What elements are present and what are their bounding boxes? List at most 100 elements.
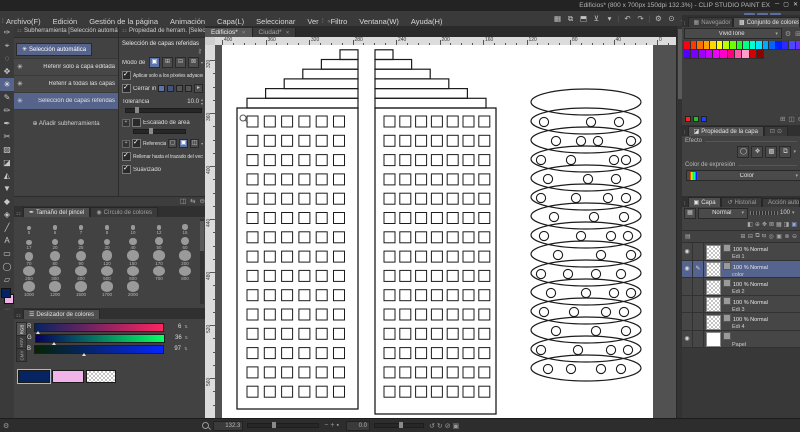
brush-size-cell[interactable]: 25: [68, 235, 94, 251]
export-dropdown-icon[interactable]: ▾: [604, 13, 615, 24]
brush-tool-icon[interactable]: ✒: [0, 117, 14, 130]
layer-command-icon[interactable]: ⊟: [748, 233, 753, 240]
expander-icon[interactable]: +: [122, 140, 130, 148]
color-swatch-pair[interactable]: [1, 288, 13, 304]
palette-swatch[interactable]: [735, 50, 742, 59]
layer-lock-icon[interactable]: ✥: [762, 221, 767, 228]
menu-item-1[interactable]: Edición: [47, 15, 84, 26]
layer-command-icon[interactable]: ◎: [769, 233, 774, 240]
reset-view-icon[interactable]: ▣: [453, 422, 460, 430]
gap-size-swatch[interactable]: [158, 85, 165, 92]
stepper-icon[interactable]: ⇅: [184, 347, 187, 351]
correct-line-tool-icon[interactable]: ▱: [0, 273, 14, 286]
effect-button[interactable]: ❖: [751, 146, 763, 158]
grid-icon[interactable]: ▦: [552, 13, 563, 24]
color-group-tab-hsv[interactable]: HSV: [16, 335, 27, 349]
channel-value[interactable]: 97: [167, 346, 181, 352]
brush-size-cell[interactable]: 700: [146, 266, 172, 282]
brush-size-cell[interactable]: 30: [94, 235, 120, 251]
layer-row[interactable]: 100 % NormalEdi 2: [682, 278, 800, 296]
palette-grid-icon[interactable]: ⊞: [795, 30, 800, 38]
slider-thumb[interactable]: [272, 422, 276, 428]
open-folder-icon[interactable]: ⬒: [578, 13, 589, 24]
palette-swatch[interactable]: [742, 50, 749, 59]
export-icon[interactable]: ⊻: [591, 13, 602, 24]
redo-icon[interactable]: ↷: [635, 13, 646, 24]
add-subtool-button[interactable]: ⊕ Añadir subherramienta: [14, 120, 118, 127]
gap-size-swatch[interactable]: [167, 85, 174, 92]
opacity-value[interactable]: 100: [780, 210, 790, 216]
effect-button[interactable]: ◯: [737, 146, 749, 158]
eye-icon[interactable]: ◉: [682, 261, 693, 278]
rotation-slider[interactable]: [374, 423, 424, 428]
subtool-item-1[interactable]: ✳Referir a todas las capas: [14, 76, 118, 93]
layer-command-icon[interactable]: ⧉: [755, 233, 759, 240]
dock-collapse-handle[interactable]: ⁞ « ‹: [322, 19, 337, 25]
brush-size-cell[interactable]: 7: [68, 219, 94, 235]
brush-size-cell[interactable]: 60: [172, 235, 198, 251]
stepper-icon[interactable]: ⇅: [184, 325, 187, 329]
checkbox[interactable]: [122, 165, 131, 174]
layer-row[interactable]: ◉Papel: [682, 331, 800, 349]
zoom-value[interactable]: 132.3: [213, 421, 243, 431]
ref-folder-button[interactable]: ◫: [190, 139, 199, 148]
brush-size-cell[interactable]: 1000: [16, 281, 42, 297]
palette-footer-icon[interactable]: ⊞: [780, 115, 785, 123]
color-group-tab-cmy[interactable]: CMY: [16, 348, 27, 362]
palette-select[interactable]: VividTone▾: [684, 28, 782, 39]
brush-size-cell[interactable]: 6: [42, 219, 68, 235]
chevron-down-icon[interactable]: ▾: [792, 210, 795, 216]
mode-add-button[interactable]: ⊞: [162, 57, 173, 68]
layer-thumbnail[interactable]: [706, 297, 721, 312]
tab-color-slider[interactable]: ☰Deslizador de colores: [23, 309, 100, 319]
pen-tool-icon[interactable]: ✎: [0, 91, 14, 104]
slider-thumb[interactable]: [82, 353, 86, 356]
transparent-color-swatch[interactable]: [86, 370, 116, 383]
move-tool-icon[interactable]: ⌖: [0, 39, 14, 52]
subtool-item-0[interactable]: ✳Referir solo a capa editada: [14, 59, 118, 76]
channel-value[interactable]: 36: [168, 335, 182, 341]
menu-item-4[interactable]: Capa(L): [211, 15, 250, 26]
palette-swatch[interactable]: [720, 50, 727, 59]
layer-thumbnail[interactable]: [706, 315, 721, 330]
text-tool-icon[interactable]: A: [0, 234, 14, 247]
palette-swatch[interactable]: [691, 50, 698, 59]
brush-size-cell[interactable]: 12: [146, 219, 172, 235]
gradient-tool-icon[interactable]: ◆: [0, 195, 14, 208]
tab-brush-size[interactable]: ✒Tamaño del pincel: [23, 207, 90, 217]
workspace-gear-icon[interactable]: ⚙: [3, 422, 9, 430]
brush-size-cell[interactable]: 50: [146, 235, 172, 251]
fit-screen-icon[interactable]: ▪: [336, 422, 338, 429]
brush-size-cell[interactable]: 1500: [68, 281, 94, 297]
fill-tool-icon[interactable]: ▼: [0, 182, 14, 195]
brush-size-cell[interactable]: 120: [94, 250, 120, 266]
blend-mode-select[interactable]: Normal▾: [698, 208, 748, 219]
layer-row[interactable]: 100 % NormalEdi 3: [682, 296, 800, 314]
rotate-right-icon[interactable]: ↻: [437, 422, 443, 430]
footer-icon[interactable]: ◫: [180, 198, 186, 205]
slider-thumb[interactable]: [149, 128, 153, 134]
settings-icon[interactable]: ⚙: [653, 13, 664, 24]
multiple-reference-row[interactable]: + Referencia múltiple ▢ ▣ ◫ ▾: [119, 137, 206, 150]
palette-footer-icon[interactable]: ◫: [788, 115, 794, 123]
brush-size-cell[interactable]: 70: [16, 250, 42, 266]
zoom-in-icon[interactable]: +: [330, 422, 334, 429]
brush-size-cell[interactable]: 5: [16, 219, 42, 235]
zoom-out-icon[interactable]: −: [324, 422, 328, 429]
main-color-swatch-large[interactable]: [18, 370, 50, 383]
brush-size-cell[interactable]: 400: [68, 266, 94, 282]
zoom-slider[interactable]: [247, 423, 319, 428]
flip-view-icon[interactable]: ⊘: [445, 422, 451, 430]
brush-size-cell[interactable]: 200: [172, 250, 198, 266]
snap-icon[interactable]: ⊙: [666, 13, 677, 24]
palette-swatch[interactable]: [750, 50, 757, 59]
layer-row[interactable]: 100 % NormalEdi 4: [682, 313, 800, 331]
layer-command-icon[interactable]: ▣: [776, 233, 782, 240]
stepper-icon[interactable]: ⇅: [185, 336, 188, 340]
brush-size-cell[interactable]: 2000: [120, 281, 146, 297]
menu-item-5[interactable]: Seleccionar: [250, 15, 301, 26]
gap-size-swatch[interactable]: [176, 85, 183, 92]
tab-color-set[interactable]: ▩Conjunto de colores: [733, 17, 800, 27]
mode-new-button[interactable]: ▣: [149, 57, 160, 68]
color-chip[interactable]: [685, 116, 691, 122]
